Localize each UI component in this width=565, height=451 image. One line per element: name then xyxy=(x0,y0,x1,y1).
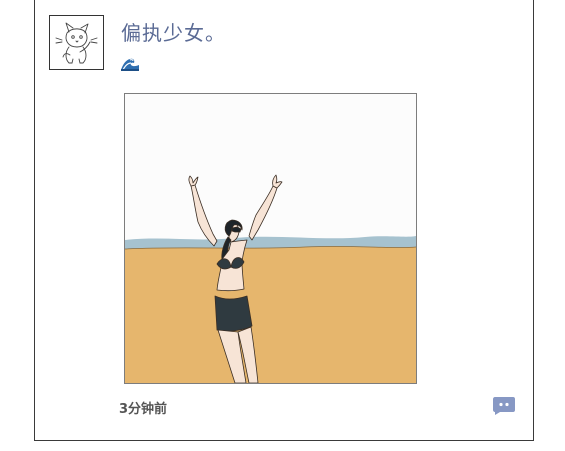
post-photo[interactable] xyxy=(124,93,417,384)
water-wave-icon xyxy=(120,54,140,72)
cat-avatar-icon xyxy=(55,22,98,64)
comment-icon xyxy=(493,397,515,415)
username[interactable]: 偏执少女。 xyxy=(121,17,226,46)
post-timestamp: 3分钟前 xyxy=(119,402,168,417)
user-avatar[interactable] xyxy=(49,15,104,70)
comment-button[interactable] xyxy=(492,396,516,416)
